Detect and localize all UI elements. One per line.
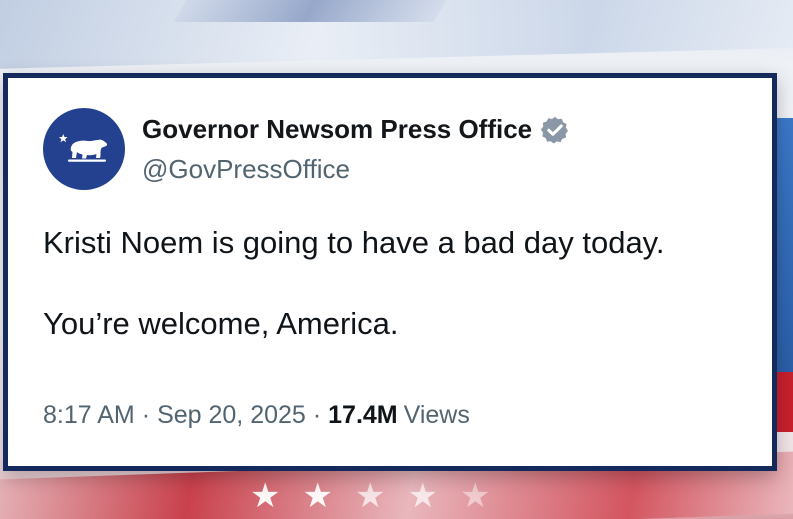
tweet-text-line: Kristi Noem is going to have a bad day t… xyxy=(43,225,665,260)
star-icon: ★ xyxy=(407,477,438,515)
star-icon: ★ xyxy=(250,477,281,515)
california-bear-icon xyxy=(58,134,108,162)
avatar[interactable] xyxy=(43,108,125,190)
author-name[interactable]: Governor Newsom Press Office xyxy=(142,114,532,145)
author-handle[interactable]: @GovPressOffice xyxy=(142,154,350,185)
tweet-meta: 8:17 AM · Sep 20, 2025 · 17.4M Views xyxy=(43,401,470,430)
background-stars: ★ ★ ★ ★ ★ xyxy=(250,479,490,513)
author-name-row: Governor Newsom Press Office xyxy=(142,114,570,145)
meta-separator: · xyxy=(141,401,151,429)
background-top-stripe xyxy=(173,0,447,22)
meta-separator: · xyxy=(312,401,322,429)
verified-badge-icon xyxy=(541,116,569,143)
tweet-text-line: You’re welcome, America. xyxy=(43,305,399,341)
star-icon: ★ xyxy=(354,477,386,515)
tweet-date[interactable]: Sep 20, 2025 xyxy=(157,401,306,430)
star-icon: ★ xyxy=(302,477,333,515)
tweet-card: Governor Newsom Press Office @GovPressOf… xyxy=(3,73,777,471)
tweet-time[interactable]: 8:17 AM xyxy=(43,401,135,430)
star-icon: ★ xyxy=(459,477,491,515)
views-count: 17.4M xyxy=(328,401,398,429)
views-label: Views xyxy=(403,401,470,429)
tweet-text: Kristi Noem is going to have a bad day t… xyxy=(43,224,665,344)
